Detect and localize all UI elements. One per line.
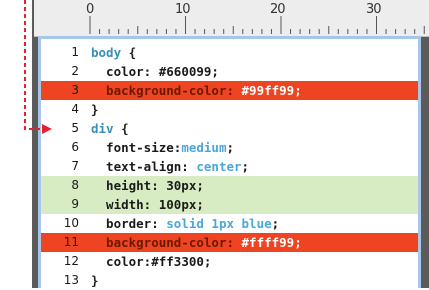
code-token: background-color: <box>91 83 234 98</box>
code-text: body { <box>91 43 136 62</box>
ruler-mark: 20 <box>270 2 286 17</box>
code-token: medium <box>181 140 227 155</box>
code-text: } <box>91 100 99 119</box>
code-token: center <box>188 159 242 174</box>
line-number: 6 <box>71 140 79 154</box>
code-token: font-size: <box>91 140 182 155</box>
code-line[interactable]: 4} <box>41 100 418 119</box>
code-token: 30px; <box>158 178 204 193</box>
line-number: 13 <box>63 273 79 287</box>
code-text: background-color: #ffff99; <box>91 233 302 252</box>
line-number: 7 <box>71 159 79 173</box>
ruler-mark: 10 <box>175 2 191 17</box>
ruler-mark: 0 <box>86 2 94 17</box>
code-token: { <box>113 121 129 136</box>
code-line[interactable]: 11 background-color: #ffff99; <box>41 233 418 252</box>
line-number: 9 <box>71 197 79 211</box>
code-token: border: <box>91 216 159 231</box>
code-token: height: <box>91 178 159 193</box>
code-text: background-color: #99ff99; <box>91 81 302 100</box>
code-token: solid 1px blue <box>158 216 272 231</box>
code-token: width: <box>91 197 152 212</box>
code-token: color: <box>91 64 152 79</box>
code-text: width: 100px; <box>91 195 204 214</box>
ruler-mark: 30 <box>366 2 382 17</box>
code-line[interactable]: 9 width: 100px; <box>41 195 418 214</box>
code-token: { <box>121 45 137 60</box>
code-line[interactable]: 6 font-size:medium; <box>41 138 418 157</box>
code-line[interactable]: 10 border: solid 1px blue; <box>41 214 418 233</box>
code-token: ; <box>241 159 250 174</box>
code-line[interactable]: 3 background-color: #99ff99; <box>41 81 418 100</box>
code-text: text-align: center; <box>91 157 249 176</box>
code-line[interactable]: 8 height: 30px; <box>41 176 418 195</box>
code-line[interactable]: 5 div { <box>41 119 418 138</box>
ruler: 0 10 20 30 <box>34 0 429 37</box>
code-token: } <box>91 273 99 288</box>
pointer-arrow <box>24 0 52 134</box>
code-text: div { <box>91 119 129 138</box>
code-token: div <box>91 121 114 136</box>
line-number: 11 <box>63 235 79 249</box>
code-text: color: #660099; <box>91 62 219 81</box>
code-line[interactable]: 1 body { <box>41 43 418 62</box>
code-token: body <box>91 45 122 60</box>
code-editor[interactable]: 1 body {2 color: #660099; 3 background-col… <box>38 36 421 288</box>
code-token: #ffff99; <box>234 235 302 250</box>
code-text: border: solid 1px blue; <box>91 214 279 233</box>
code-token: color: <box>91 254 152 269</box>
code-line[interactable]: 13} <box>41 271 418 290</box>
code-token: } <box>91 102 99 117</box>
code-token: ; <box>226 140 234 155</box>
code-text: height: 30px; <box>91 176 204 195</box>
line-number: 10 <box>63 216 79 230</box>
code-token: background-color: <box>91 235 234 250</box>
code-token: 100px; <box>151 197 204 212</box>
line-number: 12 <box>63 254 79 268</box>
code-token: #660099; <box>151 64 219 79</box>
code-line[interactable]: 12 color:#ff3300; <box>41 252 418 271</box>
line-number: 8 <box>71 178 79 192</box>
code-token: text-align: <box>91 159 189 174</box>
code-text: } <box>91 271 99 290</box>
code-token: #99ff99; <box>234 83 302 98</box>
code-token: ; <box>271 216 280 231</box>
code-text: font-size:medium; <box>91 138 234 157</box>
code-line[interactable]: 7 text-align: center; <box>41 157 418 176</box>
code-text: color:#ff3300; <box>91 252 211 271</box>
code-line[interactable]: 2 color: #660099; <box>41 62 418 81</box>
code-token: #ff3300; <box>151 254 212 269</box>
